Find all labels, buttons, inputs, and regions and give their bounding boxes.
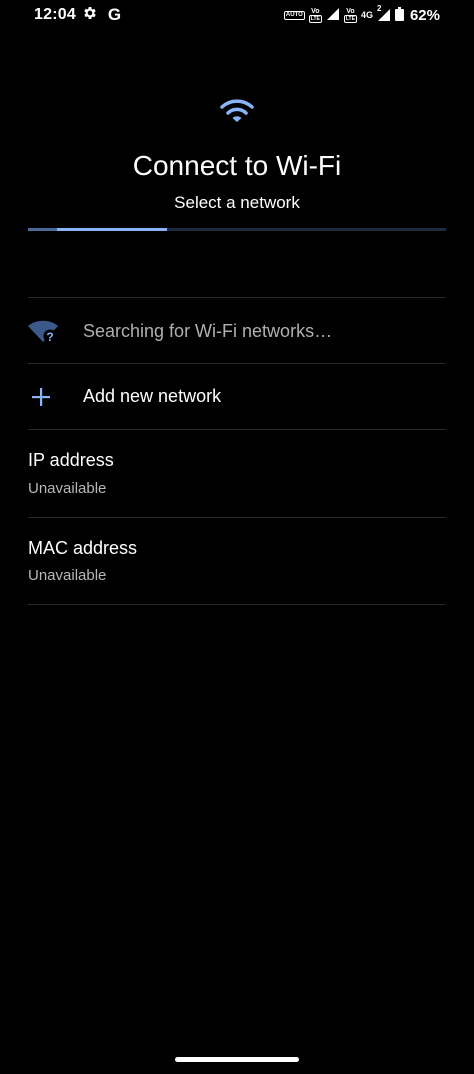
add-network-label: Add new network [83,386,222,406]
status-time: 12:04 [34,6,76,23]
setup-progress-bar [28,228,446,231]
network-4g-label: 4G [360,10,373,20]
status-right: AUTO Vo LTE Vo LTE 4G 2 62% [283,4,440,24]
svg-text:?: ? [46,330,53,344]
divider [28,297,446,298]
plus-icon [32,388,50,411]
volte-2-bottom-label: LTE [343,14,357,23]
mac-address-label: MAC address [28,538,138,558]
volte-2-top-label: Vo [346,7,355,15]
progress-active-segment [57,228,167,231]
volte-bottom-label: LTE [308,14,322,23]
home-indicator[interactable] [175,1057,299,1062]
volte-top-label: Vo [311,7,320,15]
ip-address-value: Unavailable [28,480,107,497]
volte-icon: Vo LTE [308,7,322,23]
divider [28,429,446,430]
page-subtitle: Select a network [174,193,300,212]
divider [28,604,446,605]
signal-icon-2: 2 [375,4,391,22]
add-network-row[interactable]: Add new network [28,364,446,429]
divider [28,517,446,518]
ip-address-label: IP address [28,450,114,470]
progress-completed-segment [28,228,57,231]
status-left: 12:04 G [34,5,121,26]
auto-sync-icon: AUTO [283,10,305,20]
sim2-label: 2 [375,4,383,13]
battery-icon [394,6,404,24]
page-title: Connect to Wi-Fi [132,150,342,181]
mac-address-value: Unavailable [28,567,107,584]
settings-gear-icon [82,5,98,26]
wifi-icon [219,96,255,126]
volte-icon-2: Vo LTE [343,7,357,23]
status-bar: 12:04 G AUTO Vo LTE Vo LTE 4G 2 62% [0,0,474,30]
battery-percent: 62% [409,6,440,24]
wifi-question-icon: ? [28,320,58,349]
google-g-icon: G [107,5,122,24]
signal-icon [326,7,340,24]
searching-label: Searching for Wi-Fi networks… [83,321,333,341]
